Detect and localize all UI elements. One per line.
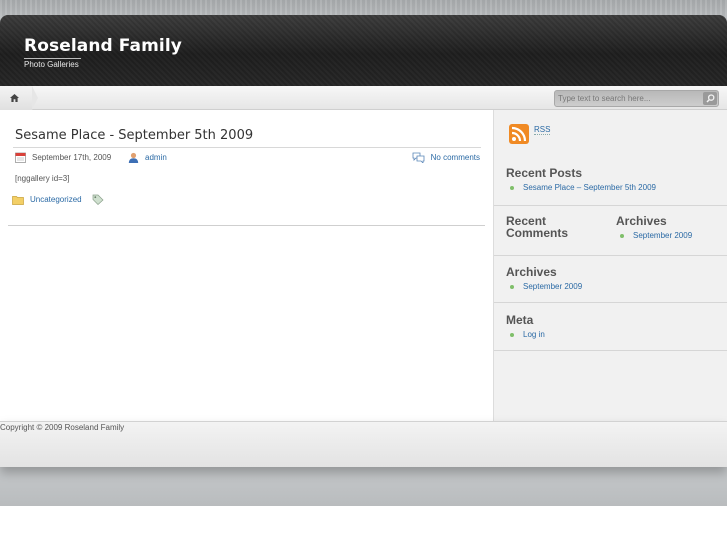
- rss-icon: [509, 124, 529, 144]
- copyright-text: Copyright © 2009 Roseland Family: [0, 423, 125, 432]
- archive-link[interactable]: September 2009: [523, 282, 582, 291]
- rss-label: RSS: [534, 125, 551, 135]
- post-title[interactable]: Sesame Place - September 5th 2009: [15, 128, 253, 143]
- recent-post-link[interactable]: Sesame Place – September 5th 2009: [523, 183, 656, 192]
- list-item: September 2009: [510, 282, 582, 291]
- login-link[interactable]: Log in: [523, 330, 545, 339]
- recent-posts-title: Recent Posts: [506, 166, 583, 180]
- site-title[interactable]: Roseland Family: [24, 36, 182, 56]
- list-item: Sesame Place – September 5th 2009: [510, 183, 656, 192]
- comment-icon: [412, 152, 425, 163]
- archives-inline-title: Archives: [616, 214, 667, 228]
- post-categories: Uncategorized: [12, 194, 104, 205]
- comments-link[interactable]: No comments: [431, 153, 480, 162]
- tag-icon: [92, 194, 104, 205]
- recent-comments-title: Recent Comments: [506, 215, 568, 239]
- nav-bar: [0, 86, 727, 110]
- rss-link[interactable]: RSS: [509, 124, 551, 144]
- post-meta: September 17th, 2009 admin No comments: [15, 152, 480, 164]
- post-divider: [8, 225, 485, 226]
- post-author: admin: [128, 152, 167, 163]
- post-date: September 17th, 2009: [15, 152, 111, 163]
- title-divider: [13, 147, 481, 148]
- bullet-icon: [510, 332, 514, 337]
- post-date-text: September 17th, 2009: [32, 153, 112, 162]
- post-body: [nggallery id=3]: [15, 174, 70, 183]
- search-input[interactable]: [555, 91, 700, 106]
- list-item: Log in: [510, 330, 545, 339]
- archives-inline-list: September 2009: [620, 231, 692, 240]
- author-link[interactable]: admin: [145, 153, 167, 162]
- calendar-icon: [15, 152, 26, 163]
- meta-list: Log in: [510, 330, 545, 339]
- search-icon[interactable]: [703, 92, 717, 105]
- archives-list: September 2009: [510, 282, 582, 291]
- post-comments: No comments: [412, 152, 480, 163]
- home-button[interactable]: [0, 86, 38, 110]
- folder-icon: [12, 195, 24, 205]
- user-icon: [128, 152, 139, 163]
- bullet-icon: [620, 233, 624, 238]
- search-box: [554, 90, 719, 107]
- archives-title: Archives: [506, 265, 557, 279]
- bullet-icon: [510, 284, 514, 289]
- bullet-icon: [510, 185, 514, 190]
- widget-divider: [494, 302, 727, 303]
- home-icon: [9, 94, 19, 102]
- site-description: Photo Galleries: [24, 58, 81, 69]
- recent-comments-title-line2: Comments: [506, 226, 569, 240]
- meta-title: Meta: [506, 313, 534, 327]
- category-link[interactable]: Uncategorized: [30, 195, 82, 204]
- widget-divider: [494, 205, 727, 206]
- widget-divider: [494, 255, 727, 256]
- site-header: Roseland Family Photo Galleries: [0, 15, 727, 86]
- recent-posts-list: Sesame Place – September 5th 2009: [510, 183, 656, 192]
- list-item: September 2009: [620, 231, 692, 240]
- archive-link[interactable]: September 2009: [633, 231, 692, 240]
- widget-divider: [494, 350, 727, 351]
